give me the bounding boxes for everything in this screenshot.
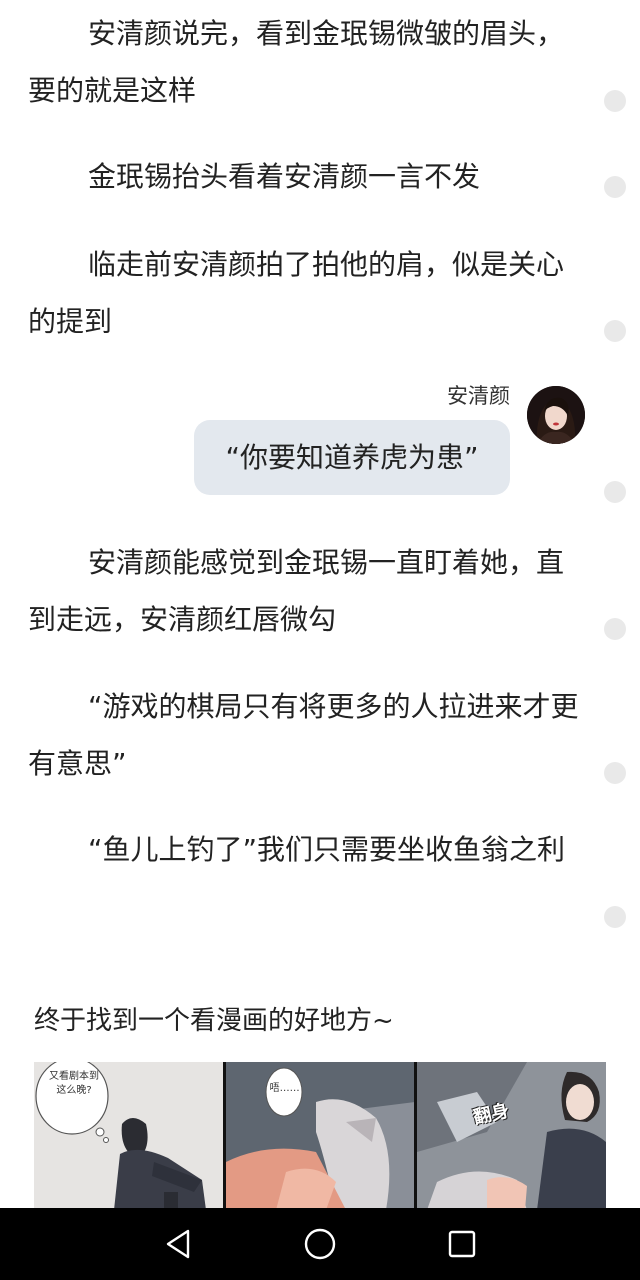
comment-dot-icon[interactable] — [604, 618, 626, 640]
home-icon[interactable] — [302, 1226, 338, 1262]
comment-dot-icon[interactable] — [604, 320, 626, 342]
avatar-portrait-icon — [527, 386, 585, 444]
avatar[interactable] — [527, 386, 585, 444]
speaker-name: 安清颜 — [447, 384, 510, 408]
story-paragraph: 安清颜能感觉到金珉锡一直盯着她，直到走远，安清颜红唇微勾 — [28, 546, 565, 636]
story-paragraph: “鱼儿上钓了”我们只需要坐收鱼翁之利 — [88, 833, 566, 866]
system-nav-bar — [0, 1208, 640, 1280]
comment-dot-icon[interactable] — [604, 90, 626, 112]
story-paragraph: 金珉锡抬头看着安清颜一言不发 — [88, 160, 481, 193]
comic-speech-text: 唔…… — [269, 1083, 300, 1094]
story-paragraph: 临走前安清颜拍了拍他的肩，似是关心的提到 — [28, 248, 565, 338]
comic-panel-2-illustration — [225, 1062, 415, 1210]
comic-panel: 翻身 — [417, 1062, 607, 1210]
comment-dot-icon[interactable] — [604, 762, 626, 784]
comment-dot-icon[interactable] — [604, 176, 626, 198]
back-icon[interactable] — [160, 1226, 196, 1262]
comic-panel-3-illustration — [417, 1062, 607, 1210]
comic-panel: 又看剧本到这么晚? — [34, 1062, 223, 1210]
promo-text[interactable]: 终于找到一个看漫画的好地方~ — [34, 1000, 394, 1037]
comic-panel: 唔…… — [225, 1062, 415, 1210]
comment-dot-icon[interactable] — [604, 481, 626, 503]
comment-dot-icon[interactable] — [604, 906, 626, 928]
comic-speech-text: 又看剧本到这么晚? — [49, 1071, 99, 1096]
story-reader: 安清颜说完，看到金珉锡微皱的眉头，要的就是这样 金珉锡抬头看着安清颜一言不发 临… — [0, 0, 640, 1280]
story-paragraph: 安清颜说完，看到金珉锡微皱的眉头，要的就是这样 — [28, 17, 565, 107]
story-paragraph: “游戏的棋局只有将更多的人拉进来才更有意思” — [28, 690, 579, 780]
recents-icon[interactable] — [444, 1226, 480, 1262]
comic-banner[interactable]: 又看剧本到这么晚? 唔…… 翻身 — [34, 1062, 607, 1210]
chat-bubble: “你要知道养虎为患” — [194, 420, 510, 495]
